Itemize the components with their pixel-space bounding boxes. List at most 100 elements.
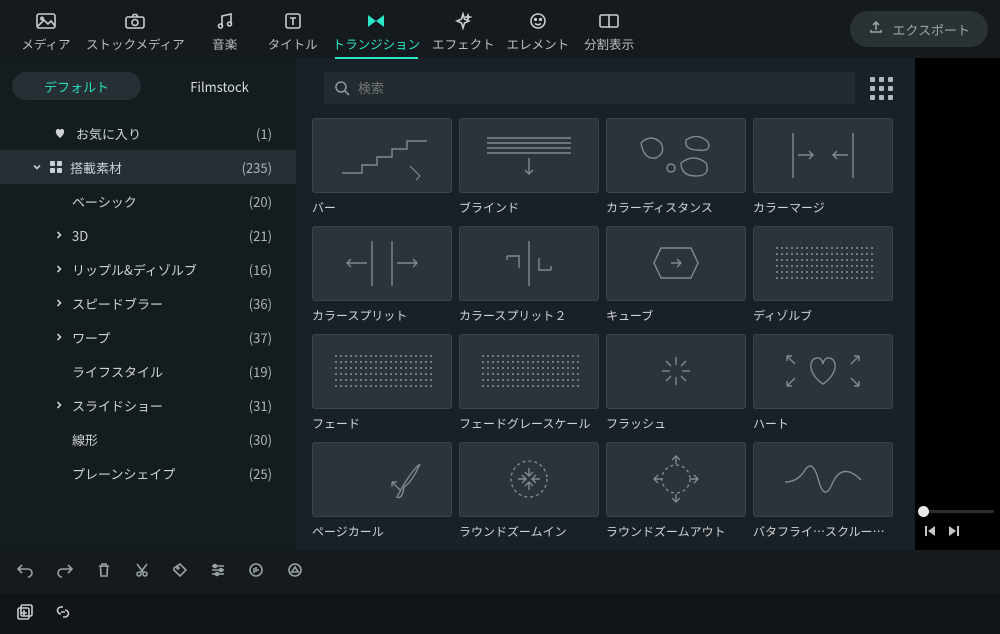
category-item[interactable]: お気に入り(1) — [0, 116, 296, 150]
transition-tile[interactable]: バタフライ…スクルーラー — [753, 442, 893, 540]
category-item[interactable]: ワープ(37) — [0, 320, 296, 354]
tile-label: フェードグレースケール — [459, 415, 599, 432]
category-count: (1) — [256, 124, 272, 143]
speed-icon[interactable] — [286, 562, 304, 582]
transition-thumbnail — [753, 226, 893, 301]
transition-tile[interactable]: キューブ — [606, 226, 746, 324]
category-item[interactable]: 3D(21) — [0, 218, 296, 252]
search-box[interactable] — [324, 72, 855, 104]
transition-thumbnail — [312, 334, 452, 409]
transition-tile[interactable]: ディゾルブ — [753, 226, 893, 324]
category-count: (19) — [249, 362, 272, 381]
audio-icon[interactable] — [248, 562, 264, 582]
face-icon — [528, 12, 548, 30]
chevron-right-icon — [52, 264, 66, 274]
content-panel: バーブラインドカラーディスタンスカラーマージカラースプリットカラースプリット２ キ… — [296, 58, 915, 550]
timeline-toolbar — [0, 594, 1000, 634]
nav-effect[interactable]: エフェクト — [426, 6, 501, 53]
nav-music[interactable]: 音楽 — [191, 6, 259, 53]
nav-title[interactable]: タイトル — [259, 6, 327, 53]
export-button[interactable]: エクスポート — [850, 11, 988, 47]
category-item[interactable]: スライドショー(31) — [0, 388, 296, 422]
transition-tile[interactable]: フラッシュ — [606, 334, 746, 432]
transition-tile[interactable]: ページカール — [312, 442, 452, 540]
transition-tile[interactable]: フェード — [312, 334, 452, 432]
category-item[interactable]: ベーシック(20) — [0, 184, 296, 218]
transition-thumbnail — [753, 118, 893, 193]
chevron-down-icon — [30, 162, 44, 172]
category-item[interactable]: ライフスタイル(19) — [0, 354, 296, 388]
link-icon[interactable] — [54, 603, 72, 625]
redo-icon[interactable] — [56, 562, 74, 582]
tag-icon[interactable] — [172, 562, 188, 582]
transition-tile[interactable]: フェードグレースケール — [459, 334, 599, 432]
camera-icon — [125, 12, 145, 30]
category-item[interactable]: リップル&ディゾルブ(16) — [0, 252, 296, 286]
tile-label: フェード — [312, 415, 452, 432]
playback-slider[interactable] — [915, 506, 1000, 517]
nav-media[interactable]: メディア — [12, 6, 80, 53]
music-icon — [215, 12, 235, 30]
transition-thumbnail — [459, 226, 599, 301]
transition-thumbnail — [606, 334, 746, 409]
skip-back-icon[interactable] — [923, 523, 937, 542]
transition-tile[interactable]: カラーマージ — [753, 118, 893, 216]
category-item[interactable]: プレーンシェイプ(25) — [0, 456, 296, 490]
add-track-icon[interactable] — [16, 603, 34, 625]
nav-transition[interactable]: トランジション — [327, 6, 427, 53]
title-icon — [283, 12, 303, 30]
sparkle-icon — [453, 12, 473, 30]
category-item[interactable]: 搭載素材(235) — [0, 150, 296, 184]
top-nav: メディア ストックメディア 音楽 タイトル トランジション エフェクト エレメン… — [0, 0, 1000, 58]
category-item[interactable]: 線形(30) — [0, 422, 296, 456]
nav-split[interactable]: 分割表示 — [575, 6, 643, 53]
skip-fwd-icon[interactable] — [947, 523, 961, 542]
transition-thumbnail — [312, 226, 452, 301]
nav-stock-media[interactable]: ストックメディア — [80, 6, 191, 53]
apps-icon[interactable] — [869, 77, 893, 100]
category-label: ワープ — [72, 328, 110, 347]
category-label: スピードブラー — [72, 294, 163, 313]
tile-label: カラースプリット２ — [459, 307, 599, 324]
tab-default[interactable]: デフォルト — [12, 72, 141, 100]
split-icon — [599, 12, 619, 30]
transition-tile[interactable]: ラウンドズームイン — [459, 442, 599, 540]
category-item[interactable]: スピードブラー(36) — [0, 286, 296, 320]
sidebar: デフォルト Filmstock お気に入り(1)搭載素材(235)ベーシック(2… — [0, 58, 296, 550]
transition-thumbnail — [606, 442, 746, 517]
nav-label: メディア — [21, 34, 70, 53]
tab-filmstock[interactable]: Filmstock — [155, 72, 284, 100]
chevron-right-icon — [52, 230, 66, 240]
transition-tile[interactable]: ブラインド — [459, 118, 599, 216]
tile-label: ページカール — [312, 523, 452, 540]
transition-thumbnail — [459, 118, 599, 193]
trash-icon[interactable] — [96, 562, 112, 582]
transition-tile[interactable]: ラウンドズームアウト — [606, 442, 746, 540]
chevron-right-icon — [52, 298, 66, 308]
sliders-icon[interactable] — [210, 562, 226, 582]
category-label: ベーシック — [72, 192, 137, 211]
transition-thumbnail — [606, 118, 746, 193]
search-input[interactable] — [358, 81, 845, 96]
tile-label: キューブ — [606, 307, 746, 324]
tile-label: カラーディスタンス — [606, 199, 746, 216]
category-count: (235) — [242, 158, 272, 177]
transition-tile[interactable]: バー — [312, 118, 452, 216]
grid-icon — [50, 161, 64, 173]
tile-label: ラウンドズームイン — [459, 523, 599, 540]
transition-thumbnail — [753, 334, 893, 409]
transition-tile[interactable]: カラースプリット — [312, 226, 452, 324]
category-label: スライドショー — [72, 396, 163, 415]
transition-tile[interactable]: カラーディスタンス — [606, 118, 746, 216]
tile-label: ディゾルブ — [753, 307, 893, 324]
nav-element[interactable]: エレメント — [501, 6, 576, 53]
transition-tile[interactable]: ハート — [753, 334, 893, 432]
tile-label: フラッシュ — [606, 415, 746, 432]
export-icon — [868, 19, 884, 39]
nav-label: ストックメディア — [86, 34, 185, 53]
transition-tile[interactable]: カラースプリット２ — [459, 226, 599, 324]
tile-label: ハート — [753, 415, 893, 432]
undo-icon[interactable] — [16, 562, 34, 582]
scissors-icon[interactable] — [134, 562, 150, 582]
tile-label: カラーマージ — [753, 199, 893, 216]
